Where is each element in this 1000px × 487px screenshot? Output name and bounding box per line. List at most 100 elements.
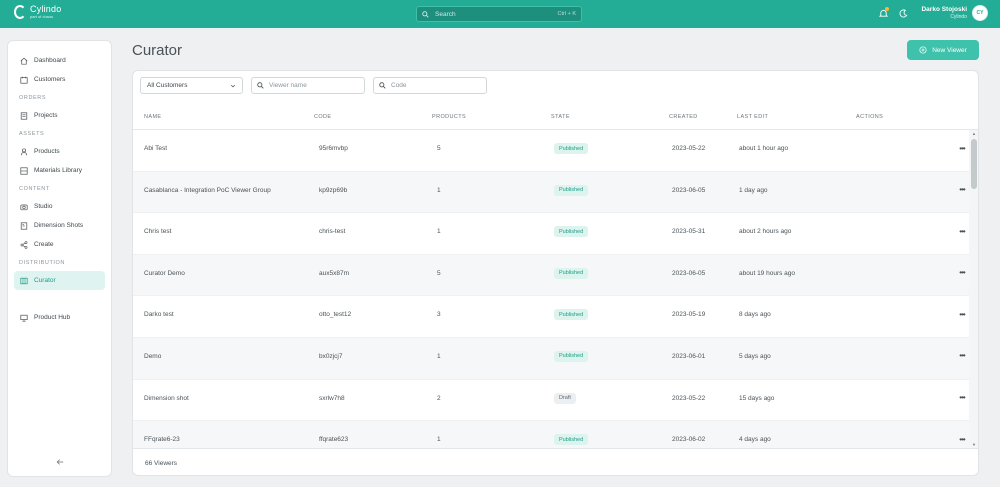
- cell-code: sxrlw7h8: [319, 394, 345, 402]
- table-header: NAME CODE PRODUCTS STATE CREATED LAST ED…: [133, 103, 978, 130]
- customer-select[interactable]: All Customers: [140, 77, 243, 94]
- layers-icon: [20, 166, 28, 175]
- user-name: Darko Stojoski: [921, 6, 967, 14]
- cell-created: 2023-05-22: [672, 145, 706, 152]
- sidebar-item-customers[interactable]: Customers: [14, 70, 105, 89]
- table-row[interactable]: Demo bx0zjcj7 1 Published 2023-06-01 5 d…: [133, 337, 971, 380]
- section-orders: ORDERS: [19, 95, 47, 101]
- sidebar-item-product-hub[interactable]: Product Hub: [14, 308, 105, 327]
- avatar[interactable]: CY: [972, 5, 988, 21]
- new-viewer-button[interactable]: New Viewer: [907, 40, 979, 60]
- sidebar-item-products[interactable]: Products: [14, 142, 105, 161]
- sidebar-item-studio[interactable]: Studio: [14, 197, 105, 216]
- cell-name: Abi Test: [144, 145, 168, 152]
- viewer-name-input[interactable]: Viewer name: [251, 77, 365, 94]
- cell-created: 2023-06-02: [672, 436, 706, 444]
- table-row[interactable]: Curator Demo aux5x87m 5 Published 2023-0…: [133, 254, 971, 297]
- sidebar-item-label: Product Hub: [34, 314, 71, 321]
- status-badge: Published: [554, 267, 589, 279]
- sidebar-item-label: Dimension Shots: [34, 222, 84, 229]
- more-icon[interactable]: •••: [957, 309, 967, 319]
- sidebar-item-label: Studio: [34, 203, 53, 210]
- more-icon[interactable]: •••: [957, 393, 967, 403]
- more-icon[interactable]: •••: [957, 268, 967, 278]
- cell-name: FFqrate6-23: [144, 436, 180, 444]
- sidebar-item-curator[interactable]: Curator: [14, 271, 105, 290]
- camera-icon: [20, 204, 28, 210]
- theme-toggle[interactable]: [897, 7, 909, 19]
- cell-code: aux5x87m: [319, 269, 349, 277]
- top-bar: Cylindo part of chaos Search Ctrl + K Da…: [0, 0, 1000, 28]
- cell-products: 1: [437, 436, 441, 444]
- more-icon[interactable]: •••: [957, 185, 967, 195]
- viewer-name-placeholder: Viewer name: [269, 82, 307, 89]
- global-search[interactable]: Search Ctrl + K: [416, 6, 582, 22]
- sidebar-item-label: Products: [34, 148, 60, 155]
- column-header-last-edit[interactable]: LAST EDIT: [737, 114, 768, 120]
- table-row[interactable]: Casablanca - Integration PoC Viewer Grou…: [133, 171, 971, 214]
- app-logo[interactable]: Cylindo part of chaos: [14, 5, 61, 19]
- new-viewer-label: New Viewer: [932, 46, 967, 54]
- cell-last-edit: about 2 hours ago: [739, 228, 792, 236]
- column-header-code[interactable]: CODE: [314, 114, 332, 120]
- cell-name: Demo: [144, 352, 162, 360]
- scroll-down-arrow[interactable]: ▼: [971, 442, 977, 447]
- sidebar-item-label: Materials Library: [34, 167, 83, 174]
- cell-name: Curator Demo: [144, 269, 185, 277]
- cell-created: 2023-06-01: [672, 352, 706, 360]
- table-row[interactable]: FFqrate6-23 ffqrate623 1 Published 2023-…: [133, 421, 971, 448]
- status-badge: Draft: [554, 392, 576, 404]
- monitor-icon: [20, 314, 28, 322]
- sidebar-item-dimension-shots[interactable]: Dimension Shots: [14, 216, 105, 235]
- table-row[interactable]: Dimension shot sxrlw7h8 2 Draft 2023-05-…: [133, 380, 971, 422]
- sidebar-item-dashboard[interactable]: Dashboard: [14, 51, 105, 70]
- status-badge: Published: [554, 434, 589, 446]
- cell-name: Casablanca - Integration PoC Viewer Grou…: [144, 186, 271, 194]
- more-icon[interactable]: •••: [957, 351, 967, 361]
- sidebar-item-create[interactable]: Create: [14, 235, 105, 254]
- scroll-thumb[interactable]: [971, 139, 977, 189]
- code-input[interactable]: Code: [373, 77, 487, 94]
- column-header-created[interactable]: CREATED: [669, 114, 698, 120]
- logo-mark: [14, 5, 26, 19]
- scroll-up-arrow[interactable]: ▲: [971, 131, 977, 136]
- user-info[interactable]: Darko Stojoski Cylindo: [921, 6, 967, 20]
- cell-code: kp9zp69b: [319, 186, 348, 194]
- collapse-sidebar-button[interactable]: [55, 457, 65, 467]
- plus-circle-icon: [919, 46, 927, 54]
- sidebar-item-projects[interactable]: Projects: [14, 106, 105, 125]
- search-icon: [422, 10, 429, 18]
- cell-last-edit: 8 days ago: [739, 311, 771, 319]
- search-icon: [379, 82, 386, 89]
- cell-code: chris-test: [319, 228, 346, 236]
- column-header-products[interactable]: PRODUCTS: [432, 114, 466, 120]
- column-header-actions: ACTIONS: [856, 114, 884, 120]
- table-row[interactable]: Abi Test 95r6mvbp 5 Published 2023-05-22…: [133, 130, 971, 172]
- sidebar-item-label: Create: [34, 241, 54, 248]
- search-icon: [257, 82, 264, 89]
- cell-last-edit: 1 day ago: [739, 186, 768, 194]
- table-row[interactable]: Darko test otto_test12 3 Published 2023-…: [133, 296, 971, 338]
- more-icon[interactable]: •••: [957, 434, 967, 444]
- table-row[interactable]: Chris test chris-test 1 Published 2023-0…: [133, 213, 971, 255]
- moon-icon: [899, 8, 908, 17]
- column-header-state[interactable]: STATE: [551, 114, 570, 120]
- cell-name: Dimension shot: [144, 394, 189, 402]
- ruler-icon: [20, 221, 28, 230]
- more-icon[interactable]: •••: [957, 143, 967, 153]
- cell-last-edit: 15 days ago: [739, 394, 775, 402]
- sidebar-item-materials-library[interactable]: Materials Library: [14, 161, 105, 180]
- customer-select-value: All Customers: [147, 82, 188, 89]
- table-scrollbar[interactable]: ▲ ▼: [969, 130, 978, 448]
- status-badge: Published: [554, 184, 589, 196]
- arrow-left-icon: [56, 459, 64, 465]
- viewer-count: 66 Viewers: [145, 460, 178, 467]
- person-icon: [20, 147, 28, 155]
- more-icon[interactable]: •••: [957, 226, 967, 236]
- table-footer: 66 Viewers: [133, 448, 978, 475]
- notifications-button[interactable]: [877, 7, 890, 19]
- share-icon: [20, 240, 28, 249]
- column-header-name[interactable]: NAME: [144, 114, 162, 120]
- sidebar: Dashboard Customers ORDERS Projects ASSE…: [7, 40, 112, 477]
- cell-code: 95r6mvbp: [319, 145, 348, 152]
